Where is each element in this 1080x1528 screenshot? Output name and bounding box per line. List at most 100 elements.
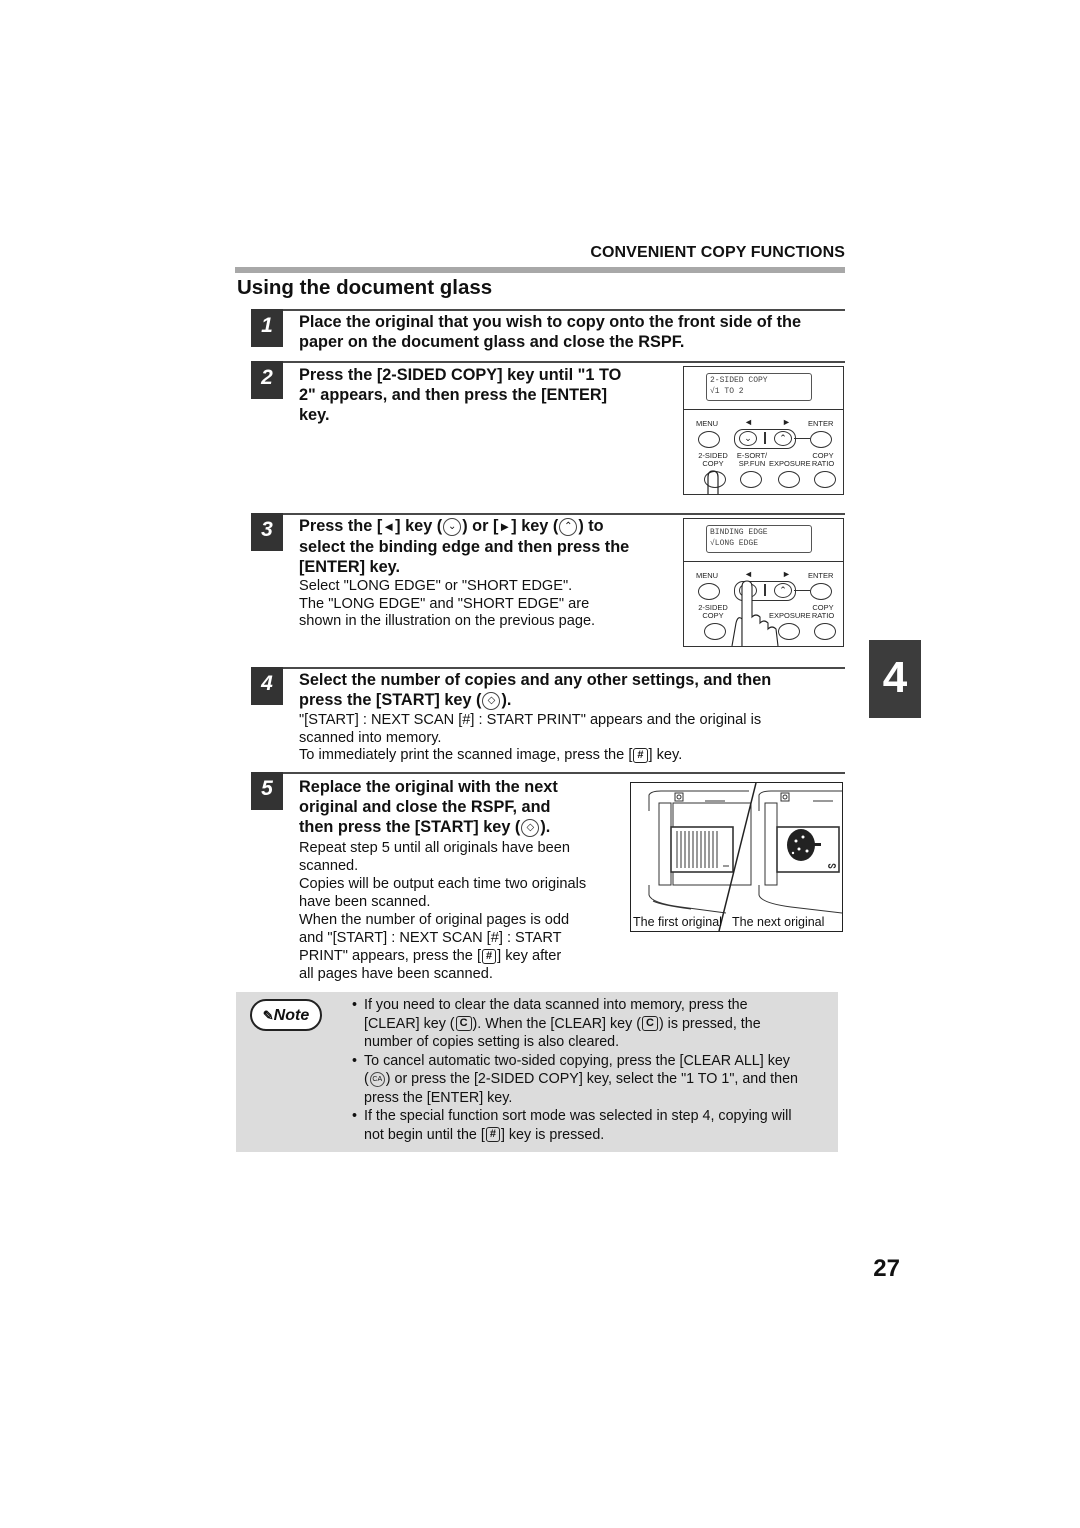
copy-ratio-key xyxy=(814,471,836,488)
two-sided-copy-label: 2-SIDED COPY xyxy=(698,603,728,620)
exposure-key xyxy=(778,471,800,488)
step-1-heading: Place the original that you wish to copy… xyxy=(299,313,802,351)
step-4-heading-line: Select the number of copies and any othe… xyxy=(299,671,772,689)
two-sided-copy-label: 2-SIDED COPY xyxy=(698,451,728,468)
caption-next-original: The next original xyxy=(732,915,825,929)
key-separator xyxy=(764,432,766,444)
note-item: To cancel automatic two-sided copying, p… xyxy=(350,1052,840,1108)
left-arrow-label: ◄ xyxy=(744,569,753,579)
step-rule xyxy=(282,361,845,363)
copy-ratio-label: COPY RATIO xyxy=(811,603,835,620)
body-line: PRINT" appears, press the [#] key after xyxy=(299,948,562,964)
menu-key xyxy=(698,431,720,448)
body-line: To immediately print the scanned image, … xyxy=(299,747,683,763)
operation-panel-illustration: 2-SIDED COPY √1 TO 2 MENU ◄ ► ENTER ⌄ ⌃ … xyxy=(683,366,844,495)
copy-ratio-key xyxy=(814,623,836,640)
step-4-heading-line: press the [START] key (◇). xyxy=(299,691,512,710)
step-rule xyxy=(282,667,845,669)
down-chevron-icon: ⌄ xyxy=(443,517,462,536)
esort-label: E-SORT/SP.FUN xyxy=(736,451,768,468)
step-5-heading-line: then press the [START] key (◇). xyxy=(299,818,551,837)
step-2-heading-line: key. xyxy=(299,406,330,424)
step-number: 3 xyxy=(251,513,283,551)
right-key: ⌃ xyxy=(774,431,792,446)
clear-key-icon: C xyxy=(641,1016,658,1032)
clear-all-key-icon: CA xyxy=(369,1071,385,1087)
step-3-heading-line: [ENTER] key. xyxy=(299,557,401,576)
step-number: 4 xyxy=(251,667,283,705)
lcd-display: 2-SIDED COPY √1 TO 2 xyxy=(706,373,812,401)
enter-label: ENTER xyxy=(808,419,834,428)
pencil-icon: ✎ xyxy=(262,1008,274,1023)
caption-first-original: The first original xyxy=(633,915,722,929)
note-item: If you need to clear the data scanned in… xyxy=(350,996,840,1052)
body-line: scanned into memory. xyxy=(299,729,442,746)
glass-drawing: ᔕ xyxy=(648,783,842,931)
esort-key xyxy=(740,471,762,488)
start-key-icon: ◇ xyxy=(482,691,501,710)
operation-panel-illustration: BINDING EDGE √LONG EDGE MENU ◄ ► ENTER ⌃… xyxy=(683,518,844,647)
body-line: Copies will be output each time two orig… xyxy=(299,876,587,892)
first-original-scanner xyxy=(648,790,752,914)
step-5-heading-line: Replace the original with the next xyxy=(299,778,558,796)
step-rule xyxy=(282,309,845,311)
right-arrow-icon: ► xyxy=(498,518,512,534)
body-line: Select "LONG EDGE" or "SHORT EDGE". xyxy=(299,578,573,594)
step-5-body: Repeat step 5 until all originals have b… xyxy=(299,839,629,983)
menu-key xyxy=(698,583,720,600)
step-3-heading-line: select the binding edge and then press t… xyxy=(299,537,630,556)
section-header: CONVENIENT COPY FUNCTIONS xyxy=(590,244,845,261)
step-number: 5 xyxy=(251,772,283,810)
note-item: If the special function sort mode was se… xyxy=(350,1107,840,1144)
left-arrow-icon: ◄ xyxy=(382,518,396,534)
step-5-heading-line: original and close the RSPF, and xyxy=(299,798,551,816)
document-glass-illustration: ᔕ The first original The next original xyxy=(630,782,843,932)
body-line: "[START] : NEXT SCAN [#] : START PRINT" … xyxy=(299,712,762,728)
note-list: If you need to clear the data scanned in… xyxy=(350,996,840,1144)
body-line: have been scanned. xyxy=(299,894,431,910)
body-line: Repeat step 5 until all originals have b… xyxy=(299,840,570,856)
body-line: shown in the illustration on the previou… xyxy=(299,613,596,629)
enter-label: ENTER xyxy=(808,571,834,580)
left-key: ⌄ xyxy=(739,431,757,446)
enter-key xyxy=(810,583,832,600)
hash-key-icon: # xyxy=(633,747,648,763)
hash-key-icon: # xyxy=(485,1127,500,1143)
panel-divider xyxy=(684,561,843,562)
chapter-tab: 4 xyxy=(869,640,921,718)
step-2-heading-line: Press the [2-SIDED COPY] key until "1 TO xyxy=(299,366,622,384)
lcd-line: BINDING EDGE xyxy=(710,528,768,537)
body-line: When the number of original pages is odd xyxy=(299,912,570,928)
step-3-body: Select "LONG EDGE" or "SHORT EDGE". The … xyxy=(299,578,679,631)
enter-key xyxy=(810,431,832,448)
right-arrow-label: ► xyxy=(782,569,791,579)
note-badge: ✎Note xyxy=(250,999,322,1031)
step-4-heading: Select the number of copies and any othe… xyxy=(299,670,844,710)
body-line: and "[START] : NEXT SCAN [#] : START xyxy=(299,930,562,946)
step-4-body: "[START] : NEXT SCAN [#] : START PRINT" … xyxy=(299,712,844,765)
menu-label: MENU xyxy=(696,419,719,428)
lcd-line: √LONG EDGE xyxy=(710,539,759,548)
step-number: 1 xyxy=(251,309,283,347)
copy-ratio-label: COPY RATIO xyxy=(811,451,835,468)
left-arrow-label: ◄ xyxy=(744,417,753,427)
step-2-heading-line: 2" appears, and then press the [ENTER] xyxy=(299,386,608,404)
step-3-heading-line: Press the [◄] key (⌄) or [►] key (⌃) to xyxy=(299,517,604,536)
svg-text:ᔕ: ᔕ xyxy=(828,860,836,870)
hand-pressing-icon xyxy=(731,580,779,646)
lcd-line: √1 TO 2 xyxy=(710,387,744,396)
body-line: The "LONG EDGE" and "SHORT EDGE" are xyxy=(299,595,590,612)
lcd-line: 2-SIDED COPY xyxy=(710,376,768,385)
step-5-heading: Replace the original with the next origi… xyxy=(299,777,629,837)
step-2-heading: Press the [2-SIDED COPY] key until "1 TO… xyxy=(299,365,679,425)
page-title: Using the document glass xyxy=(237,276,493,299)
clear-key-icon: C xyxy=(455,1016,472,1032)
two-sided-copy-key xyxy=(704,623,726,640)
menu-label: MENU xyxy=(696,571,719,580)
step-number: 2 xyxy=(251,361,283,399)
step-rule xyxy=(282,772,845,774)
connector-line xyxy=(794,590,810,592)
exposure-label: EXPOSURE xyxy=(769,459,811,468)
page-number: 27 xyxy=(873,1255,900,1282)
panel-divider xyxy=(684,409,843,410)
